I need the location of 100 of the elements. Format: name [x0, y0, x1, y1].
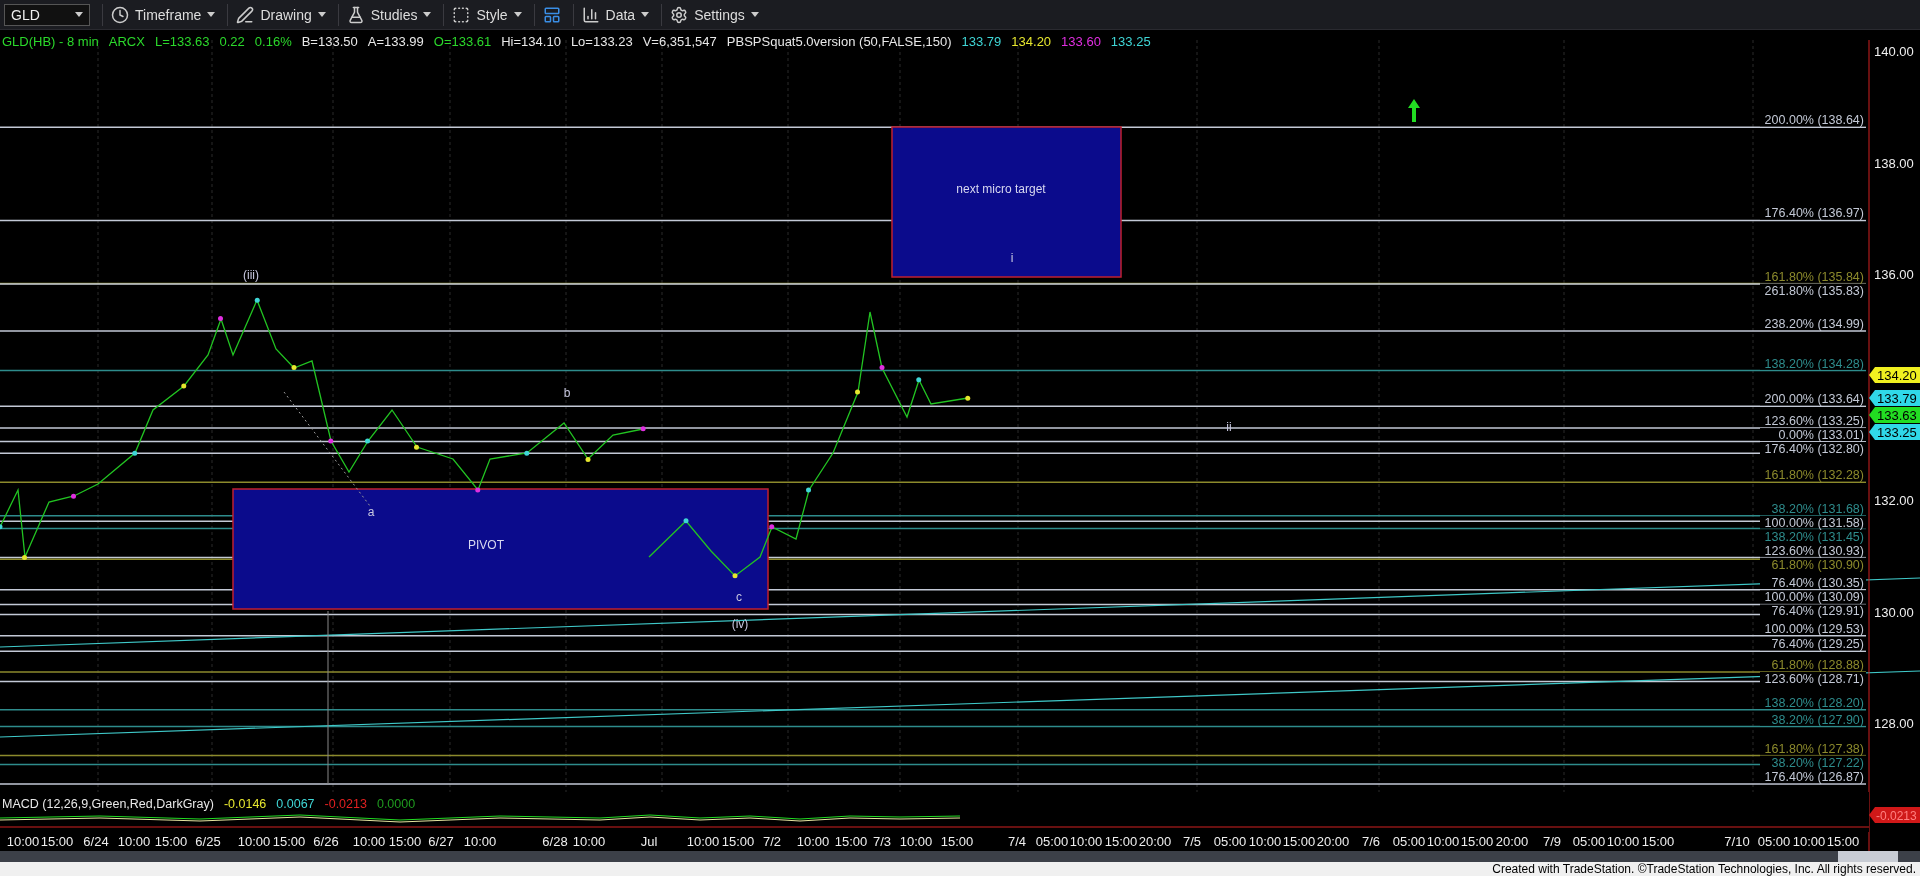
legend-value: B=133.50 — [301, 34, 358, 49]
legend-value: 133.60 — [1061, 34, 1101, 49]
legend-value: Hi=134.10 — [501, 34, 561, 49]
clock-icon — [111, 5, 129, 24]
toolbar-menu[interactable]: Data — [572, 3, 658, 26]
fib-level-label: 176.40% (132.80) — [1764, 442, 1864, 457]
time-label: 10:00 — [686, 834, 720, 849]
wave-label: (iv) — [731, 617, 749, 631]
fib-level-label: 138.20% (134.28) — [1764, 356, 1864, 371]
time-label: 6/24 — [83, 834, 109, 849]
fib-level-label: 76.40% (129.91) — [1771, 604, 1864, 619]
fib-level-label: 123.60% (130.93) — [1764, 543, 1864, 558]
time-label: 15:00 — [1460, 834, 1494, 849]
fib-level-label: 176.40% (126.87) — [1764, 770, 1864, 785]
scroll-thumb[interactable] — [1838, 851, 1898, 862]
fib-level-label: 38.20% (131.68) — [1771, 501, 1864, 516]
fib-level-label: 123.60% (128.71) — [1764, 671, 1864, 686]
time-label: 10:00 — [237, 834, 271, 849]
caret-icon — [513, 12, 522, 17]
time-label: 6/25 — [195, 834, 221, 849]
legend-value: V=6,351,547 — [642, 34, 717, 49]
legend-value: 0.22 — [219, 34, 245, 49]
toolbar-menu[interactable]: Style — [443, 3, 530, 26]
time-label: 15:00 — [40, 834, 74, 849]
time-label: 15:00 — [1641, 834, 1675, 849]
dashed-square-icon — [452, 5, 471, 24]
time-label: 10:00 — [1248, 834, 1282, 849]
time-label: 05:00 — [1213, 834, 1247, 849]
flask-icon — [346, 5, 365, 24]
macd-tag: -0.0213 — [1869, 807, 1920, 823]
up-arrow-icon — [1408, 99, 1420, 122]
scrollbar[interactable] — [0, 851, 1920, 862]
legend-value: 134.20 — [1011, 34, 1052, 49]
time-label: 7/3 — [872, 834, 892, 849]
price-tick: 140.00 — [1874, 44, 1914, 59]
time-label: 10:00 — [1606, 834, 1640, 849]
fib-level-label: 176.40% (136.97) — [1764, 206, 1864, 221]
time-label: 10:00 — [352, 834, 386, 849]
legend-value: PBSPSquat5.0version (50,FALSE,150) — [726, 34, 952, 49]
time-label: 10:00 — [117, 834, 151, 849]
wave-label: a — [367, 505, 375, 519]
legend-value: 133.79 — [961, 34, 1002, 49]
toolbar-menu[interactable]: Studies — [337, 3, 440, 26]
legend-value: Lo=133.23 — [570, 34, 633, 49]
legend-value: O=133.61 — [433, 34, 492, 49]
time-label: 05:00 — [1392, 834, 1426, 849]
time-label: 05:00 — [1572, 834, 1606, 849]
zone-label: PIVOT — [468, 538, 504, 552]
time-label: 20:00 — [1316, 834, 1350, 849]
fib-level-label: 138.20% (131.45) — [1764, 529, 1864, 544]
zone-label: next micro target — [956, 182, 1046, 196]
caret-icon — [641, 12, 650, 17]
fib-level-label: 100.00% (129.53) — [1764, 621, 1864, 636]
macd-title: MACD (12,26,9,Green,Red,DarkGray) — [2, 797, 214, 811]
price-tick: 132.00 — [1874, 493, 1914, 508]
time-label: 6/27 — [428, 834, 454, 849]
fib-level-label: 161.80% (132.28) — [1764, 468, 1864, 483]
time-label: 15:00 — [1282, 834, 1316, 849]
price-tick: 138.00 — [1874, 156, 1914, 171]
time-label: 7/9 — [1542, 834, 1562, 849]
caret-icon — [317, 12, 326, 17]
settings-icon — [670, 5, 689, 24]
time-label: 15:00 — [721, 834, 755, 849]
time-label: Jul — [640, 834, 658, 849]
fib-level-label: 76.40% (130.35) — [1771, 575, 1864, 590]
symbol-field[interactable]: GLD — [4, 3, 90, 26]
toolbar-menu[interactable]: Settings — [661, 3, 767, 26]
time-label: 15:00 — [834, 834, 868, 849]
time-label: 05:00 — [1757, 834, 1791, 849]
caret-icon — [750, 12, 759, 17]
toolbar-menu[interactable]: Timeframe — [102, 3, 224, 26]
time-label: 15:00 — [1104, 834, 1138, 849]
toolbar-menu[interactable]: Drawing — [227, 3, 334, 26]
legend-value: ARCX — [108, 34, 145, 49]
price-tick: 130.00 — [1874, 605, 1914, 620]
price-tag: 134.20 — [1869, 367, 1920, 384]
wave-label: c — [736, 590, 742, 604]
macd-value: 0.0067 — [276, 797, 315, 811]
time-label: 7/6 — [1361, 834, 1381, 849]
time-label: 10:00 — [899, 834, 933, 849]
time-label: 10:00 — [572, 834, 606, 849]
fib-level-label: 100.00% (130.09) — [1764, 590, 1864, 605]
time-label: 05:00 — [1035, 834, 1069, 849]
time-label: 15:00 — [1826, 834, 1860, 849]
time-label: 15:00 — [388, 834, 422, 849]
price-tick: 128.00 — [1874, 716, 1914, 731]
fib-level-label: 0.00% (133.01) — [1778, 428, 1864, 443]
time-label: 7/10 — [1724, 834, 1750, 849]
fib-level-label: 38.20% (127.22) — [1771, 755, 1864, 770]
fib-level-label: 161.80% (135.84) — [1764, 269, 1864, 284]
fib-level-label: 100.00% (131.58) — [1764, 515, 1864, 530]
wave-label: b — [563, 386, 571, 400]
price-tag: 133.79 — [1869, 389, 1920, 406]
fib-level-label: 238.20% (134.99) — [1764, 316, 1864, 331]
fib-level-label: 200.00% (138.64) — [1764, 113, 1864, 128]
price-tick: 136.00 — [1874, 267, 1914, 282]
wave-label: i — [1010, 251, 1014, 265]
time-label: 10:00 — [796, 834, 830, 849]
fib-level-label: 261.80% (135.83) — [1764, 283, 1864, 298]
pen-icon — [236, 5, 255, 24]
